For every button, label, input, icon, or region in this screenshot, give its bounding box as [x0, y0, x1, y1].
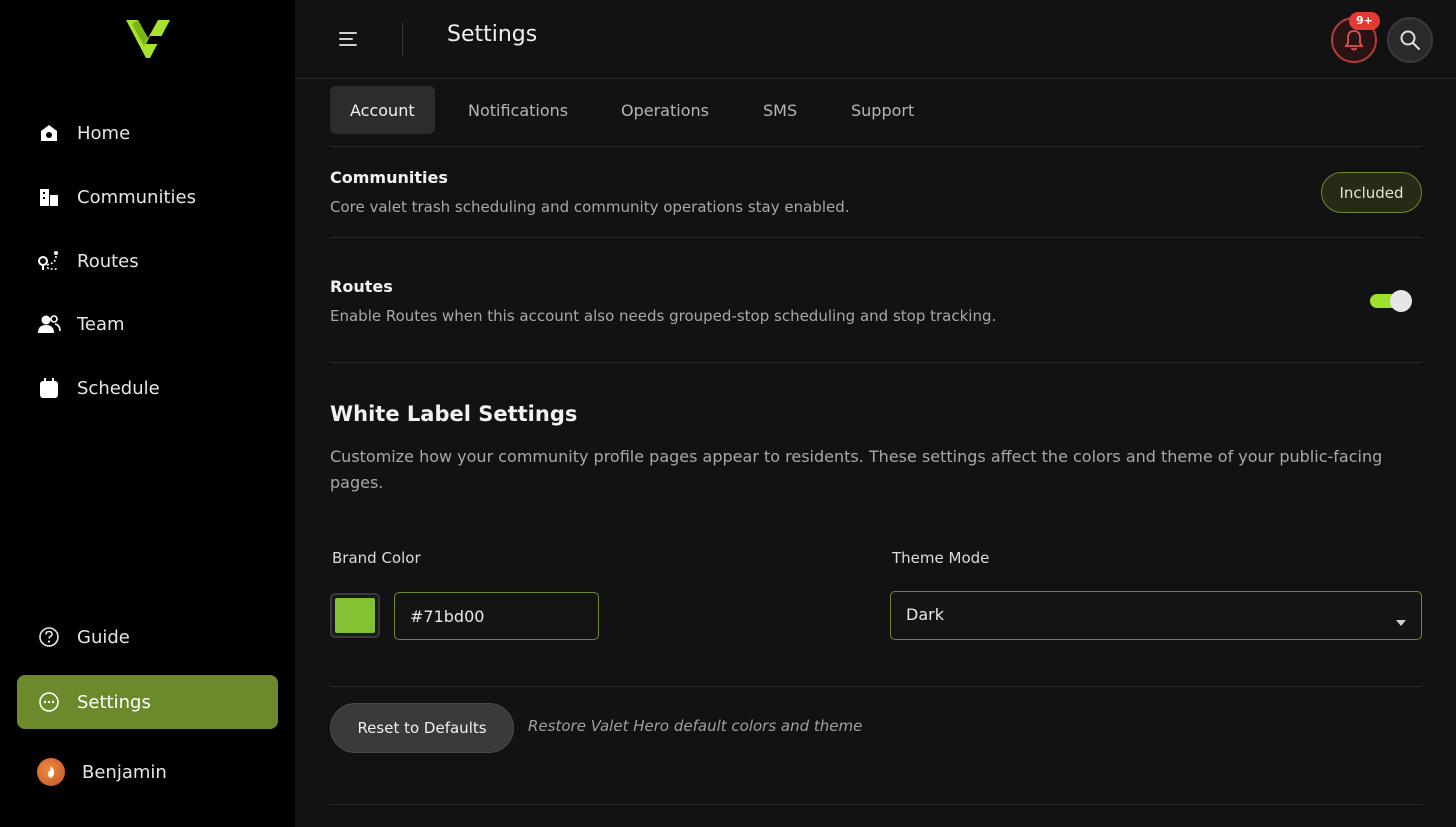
buildings-icon	[37, 185, 61, 209]
theme-mode-value: Dark	[906, 605, 944, 624]
reset-note: Restore Valet Hero default colors and th…	[528, 717, 863, 735]
sidebar-item-label: Home	[77, 122, 131, 144]
top-header: Settings 9+	[295, 0, 1456, 79]
sidebar-item-schedule[interactable]: Schedule	[17, 361, 278, 415]
communities-title: Communities	[330, 168, 448, 187]
sidebar-item-label: Guide	[77, 626, 130, 648]
sidebar-item-label: Communities	[77, 186, 196, 208]
section-divider	[330, 362, 1422, 363]
hamburger-icon	[339, 32, 357, 46]
menu-toggle-button[interactable]	[335, 26, 363, 52]
page-title: Settings	[447, 22, 538, 47]
section-divider	[330, 237, 1422, 238]
sidebar-item-settings[interactable]: Settings	[17, 675, 278, 729]
help-icon	[37, 625, 61, 649]
routes-title: Routes	[330, 277, 393, 296]
section-divider	[330, 804, 1422, 805]
white-label-title: White Label Settings	[330, 402, 578, 426]
bell-icon	[1344, 30, 1364, 51]
team-icon	[37, 312, 61, 336]
theme-mode-select[interactable]: Dark	[890, 591, 1422, 640]
sidebar-item-label: Settings	[77, 691, 151, 713]
toggle-knob	[1390, 290, 1412, 312]
routes-toggle[interactable]	[1368, 290, 1412, 312]
tab-support[interactable]: Support	[831, 86, 934, 134]
sidebar-item-team[interactable]: Team	[17, 297, 278, 351]
header-divider	[402, 22, 403, 56]
theme-mode-label: Theme Mode	[892, 549, 990, 567]
sidebar-item-communities[interactable]: Communities	[17, 170, 278, 224]
search-button[interactable]	[1387, 17, 1433, 63]
included-badge: Included	[1321, 172, 1422, 213]
tab-sms[interactable]: SMS	[743, 86, 817, 134]
section-divider	[330, 686, 1422, 687]
settings-dots-icon	[37, 690, 61, 714]
tab-notifications[interactable]: Notifications	[448, 86, 588, 134]
sidebar-item-routes[interactable]: Routes	[17, 234, 278, 288]
user-profile[interactable]: Benjamin	[17, 745, 278, 799]
sidebar: Home Communities Routes Team Schedule Gu…	[0, 0, 295, 827]
calendar-icon	[37, 376, 61, 400]
sidebar-item-label: Team	[77, 313, 125, 335]
notification-badge: 9+	[1349, 12, 1380, 30]
sidebar-item-label: Schedule	[77, 377, 160, 399]
white-label-description: Customize how your community profile pag…	[330, 447, 1383, 492]
brand-color-label: Brand Color	[332, 549, 421, 567]
tab-operations[interactable]: Operations	[601, 86, 729, 134]
user-name: Benjamin	[82, 761, 167, 783]
valet-hero-logo[interactable]	[124, 18, 172, 60]
sidebar-item-label: Routes	[77, 250, 139, 272]
brand-color-input[interactable]	[394, 592, 599, 640]
sidebar-item-guide[interactable]: Guide	[17, 610, 278, 664]
tabs-divider	[330, 146, 1422, 147]
chevron-down-icon	[1395, 612, 1407, 631]
sidebar-item-home[interactable]: Home	[17, 106, 278, 160]
search-icon	[1400, 30, 1420, 50]
reset-defaults-button[interactable]: Reset to Defaults	[330, 703, 514, 753]
home-icon	[37, 121, 61, 145]
tab-account[interactable]: Account	[330, 86, 435, 134]
avatar	[37, 758, 65, 786]
route-icon	[37, 249, 61, 273]
swatch-fill	[335, 598, 375, 633]
routes-description: Enable Routes when this account also nee…	[330, 307, 997, 325]
brand-color-swatch[interactable]	[330, 593, 380, 638]
communities-description: Core valet trash scheduling and communit…	[330, 198, 850, 216]
flame-icon	[48, 766, 55, 778]
